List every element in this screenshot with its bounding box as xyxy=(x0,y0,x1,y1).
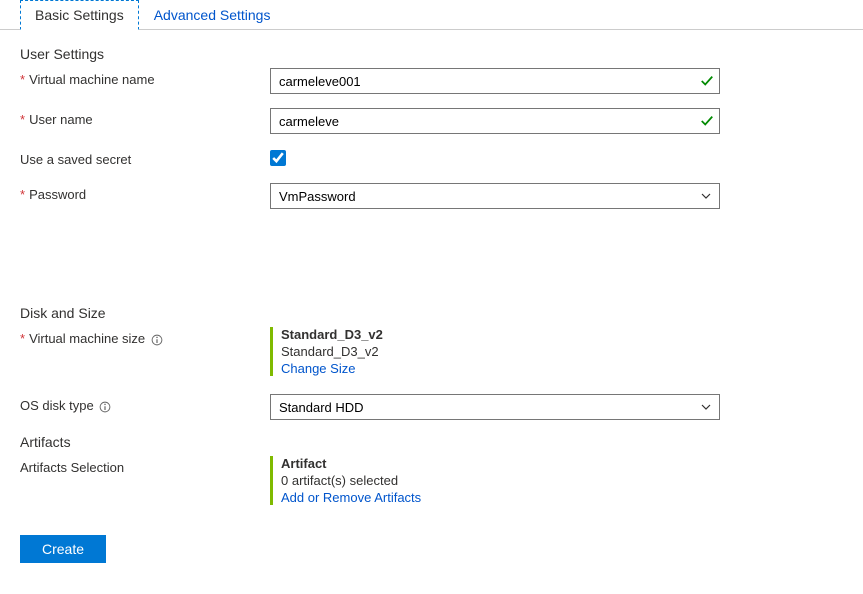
vm-name-input[interactable] xyxy=(270,68,720,94)
create-button[interactable]: Create xyxy=(20,535,106,563)
form-content: User Settings *Virtual machine name *Use… xyxy=(0,30,863,579)
section-disk-and-size: Disk and Size xyxy=(20,305,843,321)
vm-size-subtitle: Standard_D3_v2 xyxy=(281,344,720,359)
add-remove-artifacts-link[interactable]: Add or Remove Artifacts xyxy=(281,490,421,505)
label-os-disk-type: OS disk type xyxy=(20,394,270,413)
artifacts-block: Artifact 0 artifact(s) selected Add or R… xyxy=(270,456,720,505)
row-password: *Password VmPassword xyxy=(20,183,843,209)
artifacts-subtitle: 0 artifact(s) selected xyxy=(281,473,720,488)
label-artifacts-selection: Artifacts Selection xyxy=(20,456,270,475)
section-user-settings: User Settings xyxy=(20,46,843,62)
section-artifacts: Artifacts xyxy=(20,434,843,450)
label-saved-secret: Use a saved secret xyxy=(20,148,270,167)
os-disk-type-select[interactable]: Standard HDD xyxy=(270,394,720,420)
row-artifacts-selection: Artifacts Selection Artifact 0 artifact(… xyxy=(20,456,843,505)
row-vm-size: *Virtual machine size Standard_D3_v2 Sta… xyxy=(20,327,843,376)
tab-basic-settings[interactable]: Basic Settings xyxy=(20,0,139,30)
row-os-disk-type: OS disk type Standard HDD xyxy=(20,394,843,420)
tabs-bar: Basic Settings Advanced Settings xyxy=(0,0,863,30)
label-password: *Password xyxy=(20,183,270,202)
tab-advanced-settings[interactable]: Advanced Settings xyxy=(139,0,286,30)
artifacts-title: Artifact xyxy=(281,456,720,471)
info-icon[interactable] xyxy=(151,334,163,346)
label-user-name: *User name xyxy=(20,108,270,127)
info-icon[interactable] xyxy=(99,401,111,413)
required-marker: * xyxy=(20,331,25,346)
password-select[interactable]: VmPassword xyxy=(270,183,720,209)
vm-size-title: Standard_D3_v2 xyxy=(281,327,720,342)
footer: Create xyxy=(20,519,843,563)
required-marker: * xyxy=(20,112,25,127)
row-user-name: *User name xyxy=(20,108,843,134)
label-vm-size: *Virtual machine size xyxy=(20,327,270,346)
row-saved-secret: Use a saved secret xyxy=(20,148,843,169)
change-size-link[interactable]: Change Size xyxy=(281,361,355,376)
required-marker: * xyxy=(20,187,25,202)
row-vm-name: *Virtual machine name xyxy=(20,68,843,94)
vm-size-block: Standard_D3_v2 Standard_D3_v2 Change Siz… xyxy=(270,327,720,376)
required-marker: * xyxy=(20,72,25,87)
label-vm-name: *Virtual machine name xyxy=(20,68,270,87)
user-name-input[interactable] xyxy=(270,108,720,134)
saved-secret-checkbox[interactable] xyxy=(270,150,286,166)
